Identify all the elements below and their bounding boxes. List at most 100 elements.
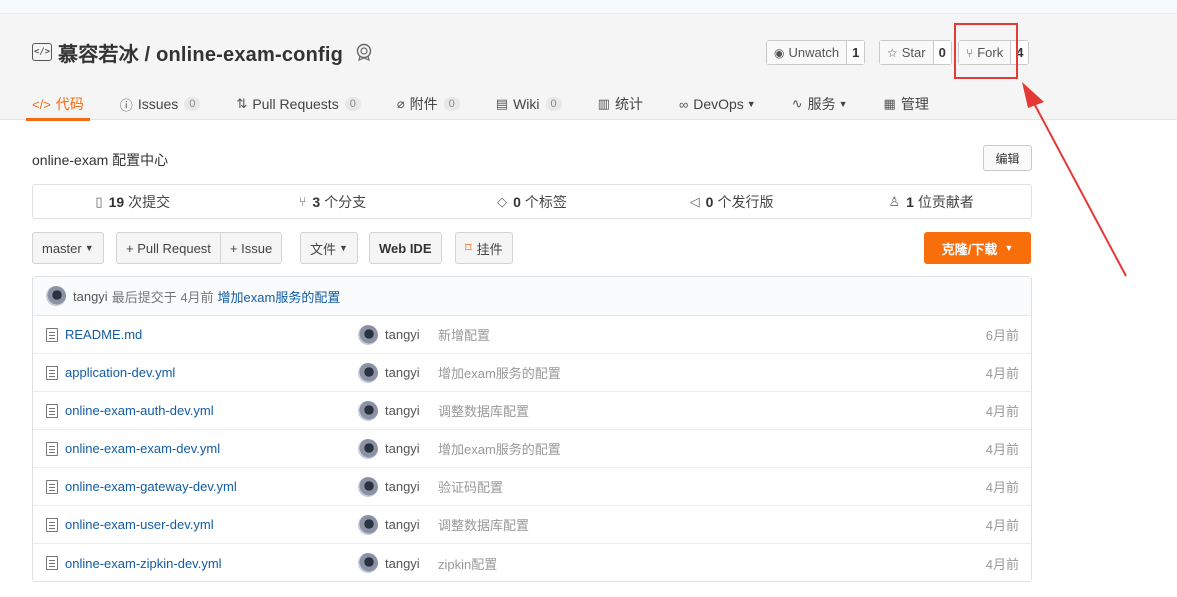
file-name-link[interactable]: README.md <box>65 327 142 342</box>
branch-select[interactable]: master ▼ <box>32 232 104 264</box>
tab-attachments[interactable]: ⌀ 附件 0 <box>397 88 460 120</box>
file-icon <box>46 517 58 532</box>
file-commit-author[interactable]: tangyi <box>385 403 420 418</box>
stats-icon: ▥ <box>597 96 610 111</box>
file-row[interactable]: online-exam-zipkin-dev.yml tangyi zipkin… <box>33 544 1031 582</box>
file-commit-author[interactable]: tangyi <box>385 441 420 456</box>
repo-icon: </> <box>32 43 52 61</box>
file-row[interactable]: README.md tangyi 新增配置 6月前 <box>33 316 1031 354</box>
tab-wiki[interactable]: ▤ Wiki 0 <box>496 88 562 120</box>
tab-issues[interactable]: ⓘ Issues 0 <box>120 88 201 120</box>
file-commit-time: 4月前 <box>985 480 1019 495</box>
file-commit-author[interactable]: tangyi <box>385 327 420 342</box>
code-icon: </> <box>32 96 51 112</box>
edit-button[interactable]: 编辑 <box>983 145 1032 171</box>
file-name-link[interactable]: online-exam-auth-dev.yml <box>65 403 214 418</box>
stat-commits[interactable]: ▯ 19 次提交 <box>33 185 233 218</box>
manage-icon: ▦ <box>883 96 896 111</box>
commit-author[interactable]: tangyi <box>73 289 108 304</box>
file-commit-message[interactable]: zipkin配置 <box>438 554 497 573</box>
unwatch-group[interactable]: ◉ Unwatch 1 <box>766 40 866 65</box>
attachment-icon: ⌀ <box>396 96 405 111</box>
issue-icon: ⓘ <box>119 97 133 113</box>
tab-pull-requests[interactable]: ⇅ Pull Requests 0 <box>236 88 361 120</box>
pr-issue-group: + Pull Request + Issue <box>116 232 283 264</box>
file-name-link[interactable]: online-exam-exam-dev.yml <box>65 441 220 456</box>
tab-manage[interactable]: ▦ 管理 <box>884 88 929 120</box>
stat-releases[interactable]: ◁ 0 个发行版 <box>632 185 832 218</box>
star-group[interactable]: ☆ Star 0 <box>879 40 952 65</box>
new-pull-request-button[interactable]: + Pull Request <box>117 233 220 263</box>
repo-name[interactable]: 慕容若冰 / online-exam-config <box>58 38 343 67</box>
star-button[interactable]: ☆ Star <box>880 41 934 64</box>
file-row[interactable]: application-dev.yml tangyi 增加exam服务的配置 4… <box>33 354 1031 392</box>
commit-message-link[interactable]: 增加exam服务的配置 <box>218 287 341 306</box>
file-row[interactable]: online-exam-gateway-dev.yml tangyi 验证码配置… <box>33 468 1031 506</box>
last-commit-bar: tangyi 最后提交于 4月前 增加exam服务的配置 <box>33 277 1031 316</box>
avatar[interactable] <box>358 438 378 459</box>
file-row[interactable]: online-exam-exam-dev.yml tangyi 增加exam服务… <box>33 430 1031 468</box>
file-commit-time: 4月前 <box>985 518 1019 533</box>
file-commit-author[interactable]: tangyi <box>385 479 420 494</box>
top-strip <box>0 0 1177 14</box>
pr-issue-buttons: + Pull Request + Issue <box>116 232 283 264</box>
file-commit-message[interactable]: 增加exam服务的配置 <box>438 363 561 382</box>
file-commit-message[interactable]: 调整数据库配置 <box>438 515 529 534</box>
unwatch-button[interactable]: ◉ Unwatch <box>767 41 848 64</box>
clone-download-button[interactable]: 克隆/下载 ▼ <box>924 232 1031 264</box>
devops-icon: ∞ <box>678 96 689 112</box>
file-menu-button[interactable]: 文件 ▼ <box>300 232 358 264</box>
web-ide-button[interactable]: Web IDE <box>369 232 442 264</box>
caret-down-icon: ▼ <box>746 99 756 109</box>
stat-contributors[interactable]: ♙ 1 位贡献者 <box>831 185 1031 218</box>
file-icon <box>46 556 58 570</box>
file-commit-message[interactable]: 增加exam服务的配置 <box>438 439 561 458</box>
file-commit-time: 4月前 <box>985 556 1019 572</box>
file-icon <box>46 327 58 342</box>
tab-stats[interactable]: ▥ 统计 <box>598 88 643 120</box>
new-issue-button[interactable]: + Issue <box>219 233 281 263</box>
release-icon: ◁ <box>689 193 700 209</box>
tab-code[interactable]: </> 代码 <box>26 88 90 121</box>
avatar[interactable] <box>358 476 378 497</box>
service-icon: ∿ <box>791 96 803 111</box>
file-icon <box>46 365 58 380</box>
file-commit-author[interactable]: tangyi <box>385 365 420 380</box>
file-commit-author[interactable]: tangyi <box>385 556 420 571</box>
avatar[interactable] <box>358 400 378 421</box>
caret-down-icon: ▼ <box>339 243 348 253</box>
file-commit-author[interactable]: tangyi <box>385 517 420 532</box>
file-row[interactable]: online-exam-user-dev.yml tangyi 调整数据库配置 … <box>33 506 1031 544</box>
caret-down-icon: ▼ <box>84 243 94 253</box>
file-name-link[interactable]: application-dev.yml <box>65 365 175 380</box>
avatar[interactable] <box>358 514 378 535</box>
avatar[interactable] <box>358 553 378 573</box>
tab-service[interactable]: ∿ 服务 ▼ <box>792 88 848 120</box>
avatar[interactable] <box>46 286 66 306</box>
stat-branches[interactable]: ⑂ 3 个分支 <box>233 185 433 218</box>
star-count[interactable]: 0 <box>933 41 951 64</box>
commit-icon: ▯ <box>95 193 103 209</box>
stat-tags[interactable]: ◇ 0 个标签 <box>432 185 632 218</box>
file-menu-wrap: 文件 ▼ <box>300 232 358 264</box>
file-name-link[interactable]: online-exam-gateway-dev.yml <box>65 479 237 494</box>
pull-request-icon: ⇅ <box>236 96 248 111</box>
widget-button[interactable]: ⌑ 挂件 <box>455 232 513 264</box>
avatar[interactable] <box>358 324 378 345</box>
tag-icon: ◇ <box>497 193 508 209</box>
bookmark-icon: ⌑ <box>465 240 472 255</box>
file-commit-message[interactable]: 新增配置 <box>438 325 490 344</box>
caret-down-icon: ▼ <box>1004 243 1014 253</box>
tab-devops[interactable]: ∞ DevOps ▼ <box>679 88 756 120</box>
branch-icon: ⑂ <box>298 194 307 209</box>
file-name-link[interactable]: online-exam-zipkin-dev.yml <box>65 556 222 571</box>
file-commit-message[interactable]: 调整数据库配置 <box>438 401 529 420</box>
repo-title: </> 慕容若冰 / online-exam-config <box>32 38 373 67</box>
file-row[interactable]: online-exam-auth-dev.yml tangyi 调整数据库配置 … <box>33 392 1031 430</box>
avatar[interactable] <box>358 362 378 383</box>
file-commit-time: 6月前 <box>985 328 1019 343</box>
watch-count[interactable]: 1 <box>847 41 865 64</box>
file-commit-message[interactable]: 验证码配置 <box>438 477 503 496</box>
file-name-link[interactable]: online-exam-user-dev.yml <box>65 517 214 532</box>
recommend-badge-icon[interactable] <box>355 43 373 61</box>
